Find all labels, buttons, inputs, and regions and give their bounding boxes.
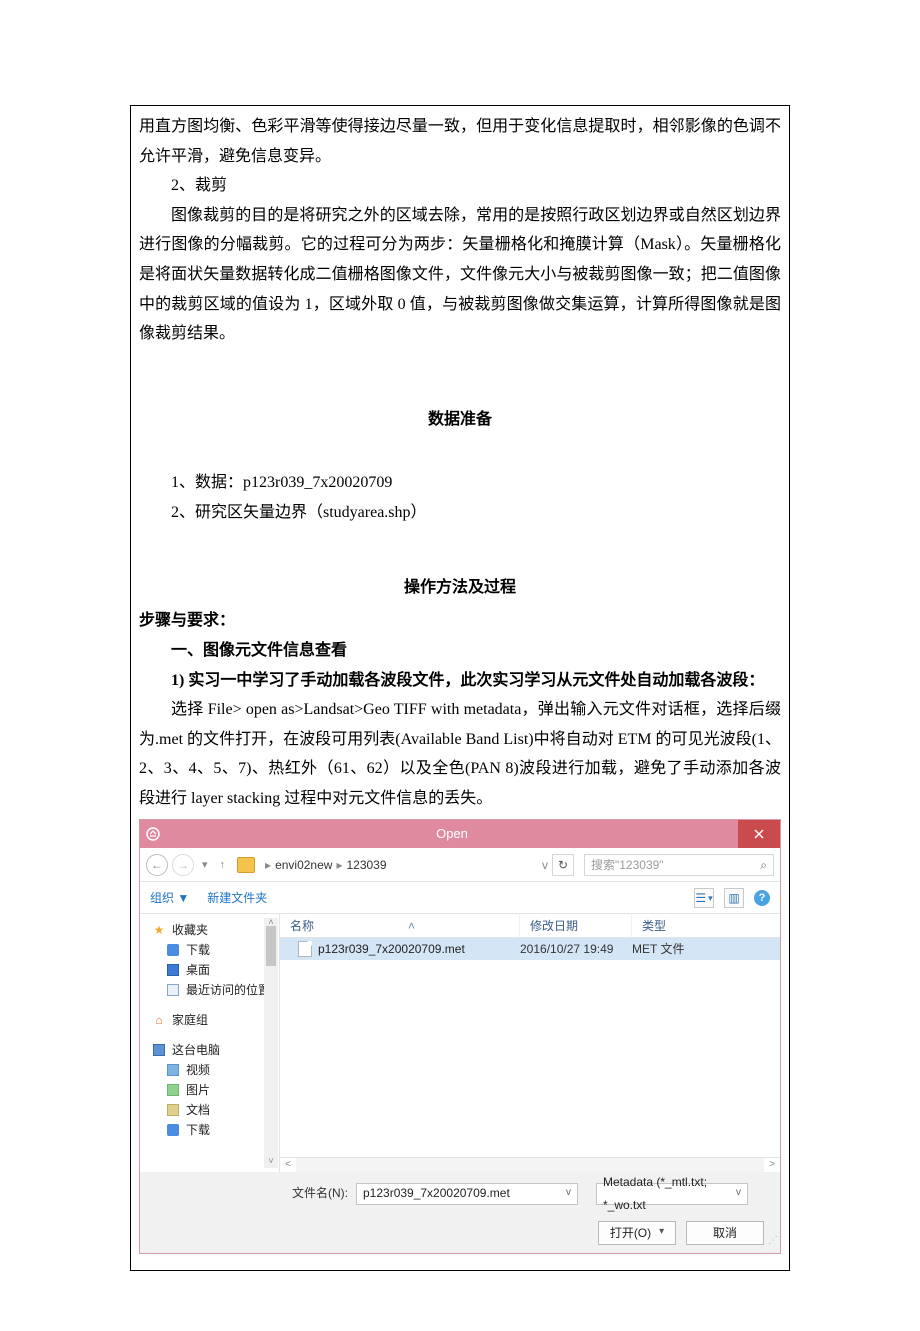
file-list[interactable]: p123r039_7x20020709.met 2016/10/27 19:49…	[280, 938, 780, 1157]
dialog-body: ★收藏夹 下载 桌面 最近访问的位置 ⌂家庭组 这台电脑 视频 图片 文	[140, 914, 780, 1172]
file-name: p123r039_7x20020709.met	[318, 938, 465, 960]
folder-icon	[237, 857, 255, 873]
titlebar: Open	[140, 820, 780, 848]
help-button[interactable]: ?	[754, 890, 770, 906]
search-placeholder: 搜索"123039"	[591, 854, 664, 876]
new-folder-button[interactable]: 新建文件夹	[207, 887, 267, 909]
filetype-value: Metadata (*_mtl.txt; *_wo.txt	[603, 1171, 736, 1215]
step-1-1: 1) 实习一中学习了手动加载各波段文件，此次实习学习从元文件处自动加载各波段：	[139, 666, 781, 696]
heading-crop: 2、裁剪	[139, 171, 781, 201]
sidebar-scrollbar[interactable]: ˄ ˅	[264, 918, 278, 1168]
file-list-panel: 名称˄ 修改日期 类型 p123r039_7x20020709.met 2016…	[280, 914, 780, 1172]
horizontal-scrollbar[interactable]: < >	[280, 1157, 780, 1172]
section-title-method: 操作方法及过程	[139, 573, 781, 603]
dialog-footer: 文件名(N): p123r039_7x20020709.met v Metada…	[140, 1172, 780, 1252]
open-button[interactable]: 打开(O) ▾	[598, 1221, 676, 1245]
dialog-title: Open	[166, 820, 738, 848]
file-date: 2016/10/27 19:49	[520, 938, 632, 960]
sidebar-item-pictures[interactable]: 图片	[148, 1080, 273, 1100]
back-button[interactable]: ←	[146, 854, 168, 876]
app-icon	[140, 820, 166, 848]
breadcrumb-part[interactable]: envi02new	[275, 854, 332, 876]
sidebar-item-favorites[interactable]: ★收藏夹	[148, 920, 273, 940]
column-headers[interactable]: 名称˄ 修改日期 类型	[280, 914, 780, 938]
scroll-thumb[interactable]	[266, 926, 276, 966]
file-icon	[298, 941, 312, 957]
col-date[interactable]: 修改日期	[520, 914, 632, 937]
sidebar-item-downloads2[interactable]: 下载	[148, 1120, 273, 1140]
history-dropdown[interactable]: ▾	[198, 855, 212, 875]
organize-button[interactable]: 组织 ▼	[150, 887, 189, 909]
cancel-button[interactable]: 取消	[686, 1221, 764, 1245]
open-file-dialog: Open ← → ▾ ↑ ▸ envi02new ▸	[139, 819, 781, 1253]
filename-label: 文件名(N):	[292, 1182, 348, 1204]
sidebar-item-thispc[interactable]: 这台电脑	[148, 1040, 273, 1060]
col-name[interactable]: 名称˄	[280, 914, 520, 937]
sidebar: ★收藏夹 下载 桌面 最近访问的位置 ⌂家庭组 这台电脑 视频 图片 文	[140, 914, 280, 1172]
steps-heading: 步骤与要求：	[139, 606, 781, 636]
filename-value: p123r039_7x20020709.met	[363, 1182, 510, 1204]
navigation-bar: ← → ▾ ↑ ▸ envi02new ▸ 123039 v ↻ 搜索"1230…	[140, 848, 780, 882]
section-title-data-prep: 数据准备	[139, 405, 781, 435]
breadcrumb-part[interactable]: 123039	[346, 854, 386, 876]
file-type: MET 文件	[632, 938, 780, 960]
data-item-2: 2、研究区矢量边界（studyarea.shp）	[139, 498, 781, 528]
up-button[interactable]: ↑	[216, 855, 230, 875]
close-button[interactable]	[738, 820, 780, 848]
refresh-button[interactable]: ↻	[552, 854, 574, 876]
paragraph: 用直方图均衡、色彩平滑等使得接边尽量一致，但用于变化信息提取时，相邻影像的色调不…	[139, 112, 781, 171]
toolbar: 组织 ▼ 新建文件夹 ☰ ▾ ▥ ?	[140, 882, 780, 914]
file-row[interactable]: p123r039_7x20020709.met 2016/10/27 19:49…	[280, 938, 780, 960]
sidebar-item-recent[interactable]: 最近访问的位置	[148, 980, 273, 1000]
sidebar-item-desktop[interactable]: 桌面	[148, 960, 273, 980]
sidebar-item-homegroup[interactable]: ⌂家庭组	[148, 1010, 273, 1030]
view-mode-button[interactable]: ☰ ▾	[694, 888, 714, 908]
chevron-down-icon: v	[566, 1184, 571, 1203]
step-1-title: 一、图像元文件信息查看	[139, 636, 781, 666]
sidebar-item-videos[interactable]: 视频	[148, 1060, 273, 1080]
chevron-down-icon: ▾	[659, 1223, 664, 1242]
paragraph: 选择 File> open as>Landsat>Geo TIFF with m…	[139, 695, 781, 813]
preview-pane-button[interactable]: ▥	[724, 888, 744, 908]
paragraph: 图像裁剪的目的是将研究之外的区域去除，常用的是按照行政区划边界或自然区划边界进行…	[139, 201, 781, 349]
search-input[interactable]: 搜索"123039" ⌕	[584, 854, 774, 876]
chevron-down-icon: v	[736, 1184, 741, 1203]
sidebar-item-downloads[interactable]: 下载	[148, 940, 273, 960]
forward-button[interactable]: →	[172, 854, 194, 876]
breadcrumb[interactable]: ▸ envi02new ▸ 123039 v	[263, 854, 548, 876]
filename-combo[interactable]: p123r039_7x20020709.met v	[356, 1183, 578, 1205]
data-item-1: 1、数据：p123r039_7x20020709	[139, 468, 781, 498]
scroll-down-icon[interactable]: ˅	[264, 1153, 278, 1170]
resize-grip[interactable]: ⋰	[768, 1232, 777, 1251]
sidebar-item-documents[interactable]: 文档	[148, 1100, 273, 1120]
filetype-combo[interactable]: Metadata (*_mtl.txt; *_wo.txt v	[596, 1183, 748, 1205]
search-icon: ⌕	[760, 854, 767, 876]
col-type[interactable]: 类型	[632, 914, 780, 937]
